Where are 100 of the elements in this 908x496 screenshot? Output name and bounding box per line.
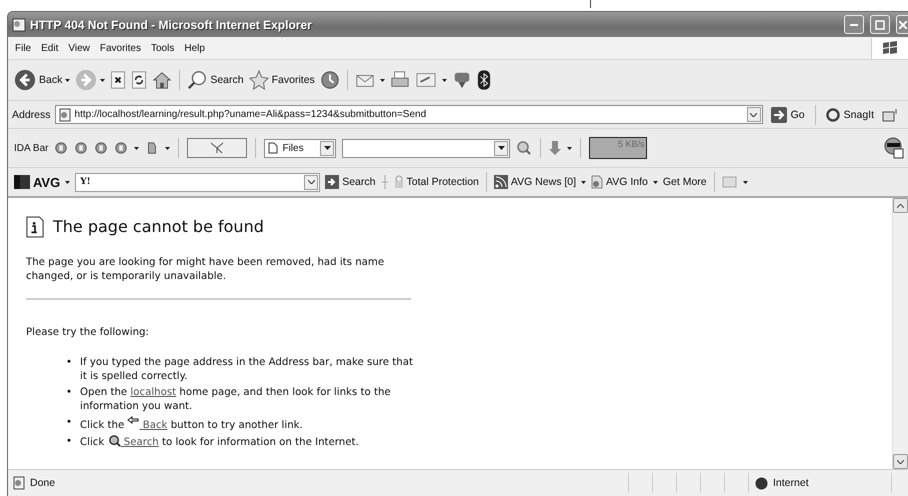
caret-icon[interactable] — [380, 78, 385, 82]
files-dropdown[interactable]: Files — [264, 138, 336, 158]
ring-icon — [826, 108, 840, 122]
address-field[interactable]: http://localhost/learning/result.php?uname=Ali&pass=1234&submitbutton=Send — [54, 105, 763, 124]
error-message: The page you are looking for might have been removed, had its name changed, or is temporarily unavailable. — [26, 256, 386, 284]
caret-icon[interactable] — [134, 146, 140, 150]
caret-icon[interactable] — [442, 78, 447, 82]
go-button[interactable]: Go — [766, 106, 809, 122]
protection-button[interactable]: Total Protection — [394, 175, 479, 189]
toolbar-label: IDA Bar — [14, 142, 48, 154]
menu-item[interactable]: Favorites — [94, 42, 146, 54]
status-text: Done — [30, 477, 56, 489]
news-button[interactable]: AVG News [0] — [494, 175, 576, 189]
search-icon[interactable] — [187, 70, 208, 90]
zone-text: Internet — [773, 477, 809, 489]
caret-icon[interactable] — [100, 78, 106, 82]
caret-icon[interactable] — [165, 146, 170, 150]
caret-icon[interactable] — [65, 78, 70, 82]
toolbar-icon[interactable] — [54, 141, 68, 155]
scrollbar[interactable] — [892, 198, 908, 469]
toolbar-options-icon[interactable] — [882, 108, 898, 122]
link[interactable]: localhost — [130, 387, 176, 398]
arrow-icon — [770, 106, 787, 122]
menu-item[interactable]: File — [10, 42, 36, 54]
caret-icon — [324, 146, 331, 150]
home-icon[interactable] — [152, 70, 172, 90]
download-icon[interactable] — [549, 140, 562, 156]
document-icon — [591, 175, 604, 189]
bullet: • — [66, 416, 74, 430]
history-icon[interactable] — [320, 70, 340, 90]
back-arrow-icon — [127, 416, 140, 425]
caret-icon[interactable] — [65, 180, 70, 184]
toolbar-icon[interactable] — [74, 141, 88, 155]
snagit-button[interactable]: SnagIt — [822, 108, 878, 122]
suggestion-text: If you typed the page address in the Address bar, make sure that it is spelled correctly. — [80, 356, 414, 384]
bullet: • — [66, 435, 74, 449]
link[interactable]: Back — [139, 420, 168, 431]
toolbar-icon[interactable] — [114, 141, 128, 155]
search-icon — [108, 435, 121, 447]
suggestion-text: Click the Back button to try another link. — [80, 416, 415, 433]
refresh-icon[interactable] — [131, 71, 148, 89]
divider-icon — [380, 175, 388, 189]
globe-icon — [755, 476, 768, 490]
search-button[interactable]: Search — [325, 175, 376, 189]
menu-item[interactable]: Help — [179, 42, 210, 54]
info-icon — [26, 216, 44, 238]
caret-icon[interactable] — [742, 180, 748, 184]
close-icon — [898, 20, 906, 28]
toolbar-icon[interactable] — [94, 141, 108, 155]
minimize-button[interactable] — [844, 15, 864, 34]
search-icon[interactable] — [516, 140, 532, 156]
globe-document-icon[interactable] — [884, 137, 904, 159]
address-label: Address — [12, 108, 51, 120]
maximize-icon — [875, 20, 885, 30]
edit-icon[interactable] — [414, 70, 437, 90]
bullet: • — [66, 386, 74, 400]
page-icon — [58, 108, 72, 122]
stop-icon[interactable] — [110, 71, 126, 89]
favorites-label[interactable]: Favorites — [272, 74, 315, 86]
caret-icon[interactable] — [567, 146, 572, 150]
minimize-icon — [850, 24, 858, 26]
search-field[interactable]: Y! — [75, 172, 320, 192]
back-icon[interactable] — [14, 69, 36, 91]
lock-icon — [394, 175, 404, 189]
caret-icon — [498, 146, 505, 150]
suggestions-heading: Please try the following: — [26, 326, 150, 340]
caret-icon[interactable] — [652, 180, 658, 184]
cursor-icon — [210, 142, 224, 154]
window-title: HTTP 404 Not Found - Microsoft Internet Explorer — [30, 18, 313, 32]
bullet: • — [66, 356, 74, 370]
avg-menu[interactable]: AVG — [14, 174, 60, 190]
page-icon — [12, 476, 26, 490]
rss-icon — [494, 175, 508, 189]
info-button[interactable]: AVG Info — [591, 175, 648, 189]
maximize-button[interactable] — [870, 15, 890, 34]
document-icon — [268, 142, 278, 154]
star-icon[interactable] — [248, 70, 269, 90]
link[interactable]: Search — [120, 437, 159, 448]
suggestion-text: Open the localhost home page, and then look for links to the information you want. — [80, 386, 392, 414]
square-icon — [14, 175, 30, 189]
close-button[interactable] — [896, 15, 908, 34]
speed-meter: 5 KB/s — [589, 137, 648, 159]
messenger-icon[interactable] — [452, 70, 472, 90]
menu-item[interactable]: View — [63, 42, 95, 54]
print-icon[interactable] — [390, 70, 410, 90]
search-field[interactable] — [342, 138, 510, 158]
windows-flag-icon — [881, 40, 899, 56]
bluetooth-icon[interactable] — [476, 69, 491, 91]
chevron-icon — [750, 112, 758, 116]
search-label[interactable]: Search — [210, 74, 244, 86]
cursor-button[interactable] — [187, 138, 248, 158]
menu-item[interactable]: Tools — [146, 42, 180, 54]
chevron-icon — [308, 180, 315, 184]
page-icon — [12, 18, 26, 32]
page-heading: The page cannot be found — [53, 220, 264, 234]
menu-item[interactable]: Edit — [36, 42, 64, 54]
get-more-button[interactable]: Get More — [662, 176, 707, 188]
caret-icon[interactable] — [581, 180, 586, 184]
suggestion-text: Click Search to look for information on the Internet. — [80, 435, 360, 450]
back-label[interactable]: Back — [39, 74, 62, 86]
